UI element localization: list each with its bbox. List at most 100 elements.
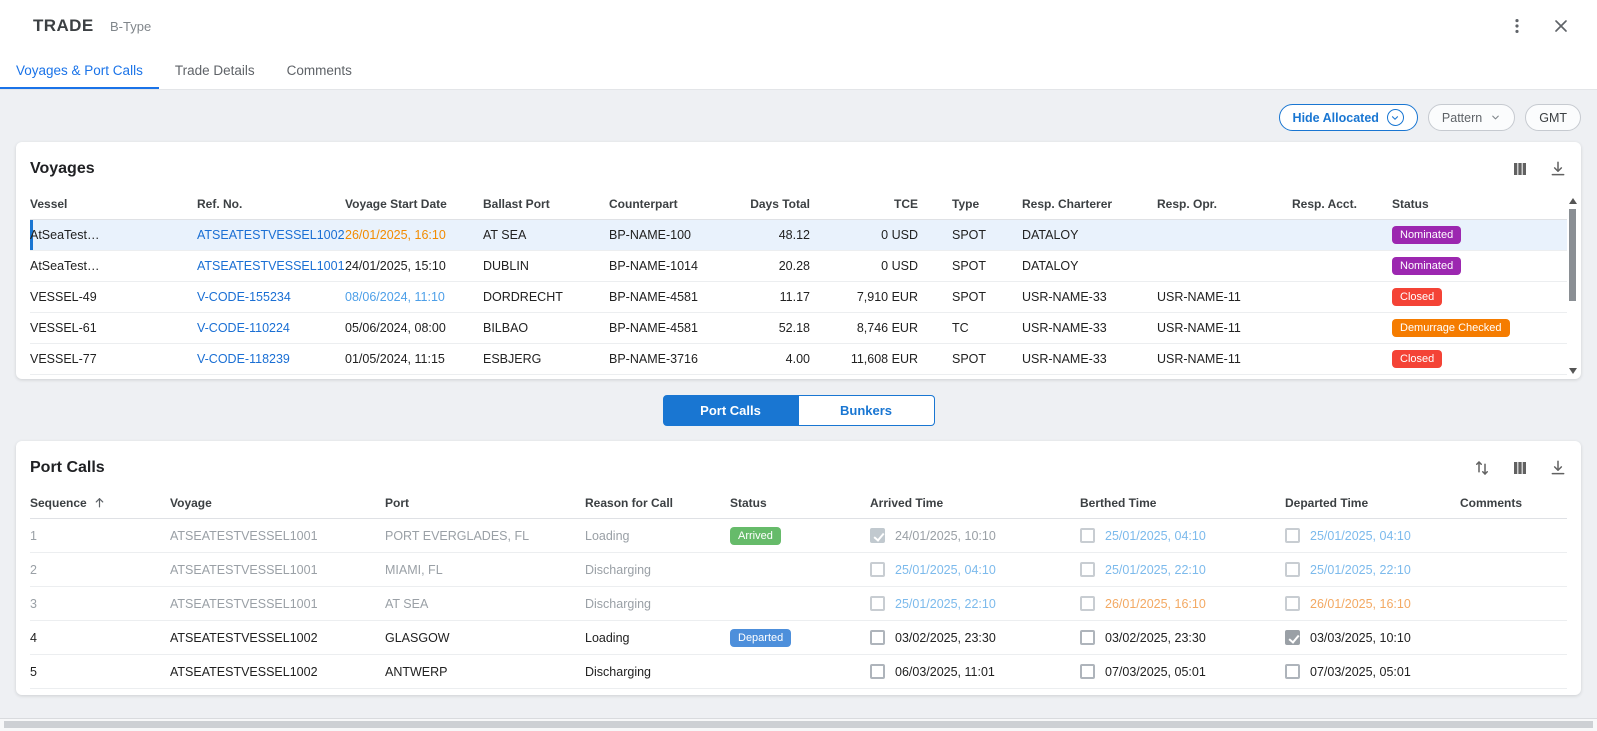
arrived-actual-checkbox[interactable]	[870, 664, 885, 679]
close-icon[interactable]	[1551, 16, 1571, 36]
port-call-row[interactable]: 5ATSEATESTVESSEL1002ANTWERPDischarging06…	[30, 655, 1567, 689]
voyage-row[interactable]: AtSeaTest…ATSEATESTVESSEL100226/01/2025,…	[30, 220, 1567, 251]
voyage-tce: 7,910 EUR	[810, 290, 918, 304]
voyage-ballast-port: AT SEA	[483, 228, 609, 242]
voyages-column-header[interactable]: Voyage Start Date	[345, 197, 483, 211]
departed-actual-checkbox[interactable]	[1285, 528, 1300, 543]
voyages-column-header[interactable]: Resp. Acct.	[1292, 197, 1392, 211]
voyage-type: TC	[918, 321, 1022, 335]
arrived-actual-checkbox[interactable]	[870, 596, 885, 611]
download-icon[interactable]	[1549, 459, 1567, 477]
voyage-start-date: 24/01/2025, 15:10	[345, 259, 483, 273]
berthed-actual-checkbox[interactable]	[1080, 528, 1095, 543]
port-call-voyage: ATSEATESTVESSEL1002	[170, 665, 385, 679]
port-call-row[interactable]: 3ATSEATESTVESSEL1001AT SEADischarging25/…	[30, 587, 1567, 621]
voyage-status: Closed	[1392, 288, 1567, 306]
departed-actual-checkbox[interactable]	[1285, 630, 1300, 645]
columns-icon[interactable]	[1511, 459, 1529, 477]
voyages-column-header[interactable]: Resp. Charterer	[1022, 197, 1157, 211]
voyages-column-header[interactable]: Status	[1392, 197, 1567, 211]
column-label: Status	[730, 496, 767, 510]
tab-comments[interactable]: Comments	[271, 52, 368, 89]
toggle-bunkers[interactable]: Bunkers	[799, 395, 935, 426]
port-call-port: ANTWERP	[385, 665, 585, 679]
voyages-column-header[interactable]: Type	[918, 197, 1022, 211]
tab-trade-details[interactable]: Trade Details	[159, 52, 271, 89]
voyage-row[interactable]: VESSEL-61V-CODE-11022405/06/2024, 08:00B…	[30, 313, 1567, 344]
columns-icon[interactable]	[1511, 160, 1529, 178]
voyage-days-total: 20.28	[729, 259, 810, 273]
port-call-row[interactable]: 2ATSEATESTVESSEL1001MIAMI, FLDischarging…	[30, 553, 1567, 587]
voyage-row[interactable]: VESSEL-77V-CODE-11823901/05/2024, 11:15E…	[30, 344, 1567, 375]
main-content: Hide Allocated Pattern GMT Voyages	[0, 90, 1597, 695]
port-calls-column-header[interactable]: Arrived Time	[870, 496, 1080, 510]
berthed-actual-checkbox[interactable]	[1080, 630, 1095, 645]
voyage-ref-link[interactable]: ATSEATESTVESSEL1002	[197, 228, 345, 242]
departed-actual-checkbox[interactable]	[1285, 562, 1300, 577]
status-badge: Closed	[1392, 288, 1442, 306]
arrived-time-text: 25/01/2025, 04:10	[895, 563, 996, 577]
voyage-ref-link[interactable]: V-CODE-118239	[197, 352, 345, 366]
port-calls-column-header[interactable]: Departed Time	[1285, 496, 1460, 510]
horizontal-scrollbar[interactable]	[0, 718, 1597, 731]
scroll-down-icon[interactable]	[1569, 368, 1577, 374]
horizontal-scrollbar-thumb[interactable]	[4, 721, 1593, 728]
tab-voyages-port-calls[interactable]: Voyages & Port Calls	[0, 52, 159, 89]
port-calls-column-header[interactable]: Status	[730, 496, 870, 510]
hide-allocated-button[interactable]: Hide Allocated	[1279, 104, 1418, 131]
voyage-ref-link[interactable]: V-CODE-110224	[197, 321, 345, 335]
port-call-row[interactable]: 1ATSEATESTVESSEL1001PORT EVERGLADES, FLL…	[30, 519, 1567, 553]
voyage-counterpart: BP-NAME-4581	[609, 290, 729, 304]
voyage-status: Nominated	[1392, 257, 1567, 275]
voyage-ref-link[interactable]: V-CODE-155234	[197, 290, 345, 304]
filter-toolbar: Hide Allocated Pattern GMT	[16, 104, 1581, 131]
gmt-button[interactable]: GMT	[1525, 104, 1581, 131]
download-icon[interactable]	[1549, 160, 1567, 178]
toggle-port-calls[interactable]: Port Calls	[663, 395, 799, 426]
voyage-start-date: 01/05/2024, 11:15	[345, 352, 483, 366]
voyage-row[interactable]: AtSeaTest…ATSEATESTVESSEL100124/01/2025,…	[30, 251, 1567, 282]
voyages-scrollbar[interactable]	[1566, 198, 1579, 374]
port-call-departed-time: 07/03/2025, 05:01	[1285, 664, 1460, 679]
voyages-column-header[interactable]: Ref. No.	[197, 197, 345, 211]
more-menu-icon[interactable]	[1507, 16, 1527, 36]
port-call-reason: Discharging	[585, 597, 730, 611]
voyages-column-header[interactable]: Resp. Opr.	[1157, 197, 1292, 211]
port-call-arrived-time: 25/01/2025, 04:10	[870, 562, 1080, 577]
departed-actual-checkbox[interactable]	[1285, 596, 1300, 611]
voyage-resp-operator: USR-NAME-11	[1157, 321, 1292, 335]
port-calls-column-header[interactable]: Port	[385, 496, 585, 510]
scrollbar-thumb[interactable]	[1569, 209, 1576, 301]
berthed-actual-checkbox[interactable]	[1080, 562, 1095, 577]
berthed-time-text: 25/01/2025, 04:10	[1105, 529, 1206, 543]
voyages-column-header[interactable]: Counterpart	[609, 197, 729, 211]
sort-icon[interactable]	[1473, 459, 1491, 477]
voyages-column-header[interactable]: Vessel	[30, 197, 197, 211]
port-calls-column-header[interactable]: Comments	[1460, 496, 1567, 510]
berthed-actual-checkbox[interactable]	[1080, 664, 1095, 679]
voyage-vessel: AtSeaTest…	[30, 259, 197, 273]
voyage-row[interactable]: VESSEL-49V-CODE-15523408/06/2024, 11:10D…	[30, 282, 1567, 313]
voyages-column-header[interactable]: Ballast Port	[483, 197, 609, 211]
port-calls-title: Port Calls	[30, 459, 105, 477]
voyages-column-header[interactable]: Days Total	[729, 197, 810, 211]
berthed-time-text: 25/01/2025, 22:10	[1105, 563, 1206, 577]
scrollbar-track[interactable]	[1566, 204, 1579, 368]
port-calls-column-header[interactable]: Reason for Call	[585, 496, 730, 510]
departed-actual-checkbox[interactable]	[1285, 664, 1300, 679]
port-calls-column-header[interactable]: Sequence	[30, 496, 170, 510]
port-call-row[interactable]: 4ATSEATESTVESSEL1002GLASGOWLoadingDepart…	[30, 621, 1567, 655]
port-call-sequence: 1	[30, 529, 170, 543]
port-calls-table-header: SequenceVoyagePortReason for CallStatus A…	[30, 487, 1567, 519]
arrived-actual-checkbox[interactable]	[870, 562, 885, 577]
voyage-start-date: 08/06/2024, 11:10	[345, 290, 483, 304]
port-calls-column-header[interactable]: Berthed Time	[1080, 496, 1285, 510]
arrived-actual-checkbox[interactable]	[870, 630, 885, 645]
voyages-column-header[interactable]: TCE	[810, 197, 918, 211]
voyage-ref-link[interactable]: ATSEATESTVESSEL1001	[197, 259, 345, 273]
port-calls-column-header[interactable]: Voyage	[170, 496, 385, 510]
berthed-time-text: 07/03/2025, 05:01	[1105, 665, 1206, 679]
arrived-actual-checkbox[interactable]	[870, 528, 885, 543]
berthed-actual-checkbox[interactable]	[1080, 596, 1095, 611]
pattern-button[interactable]: Pattern	[1428, 104, 1515, 131]
